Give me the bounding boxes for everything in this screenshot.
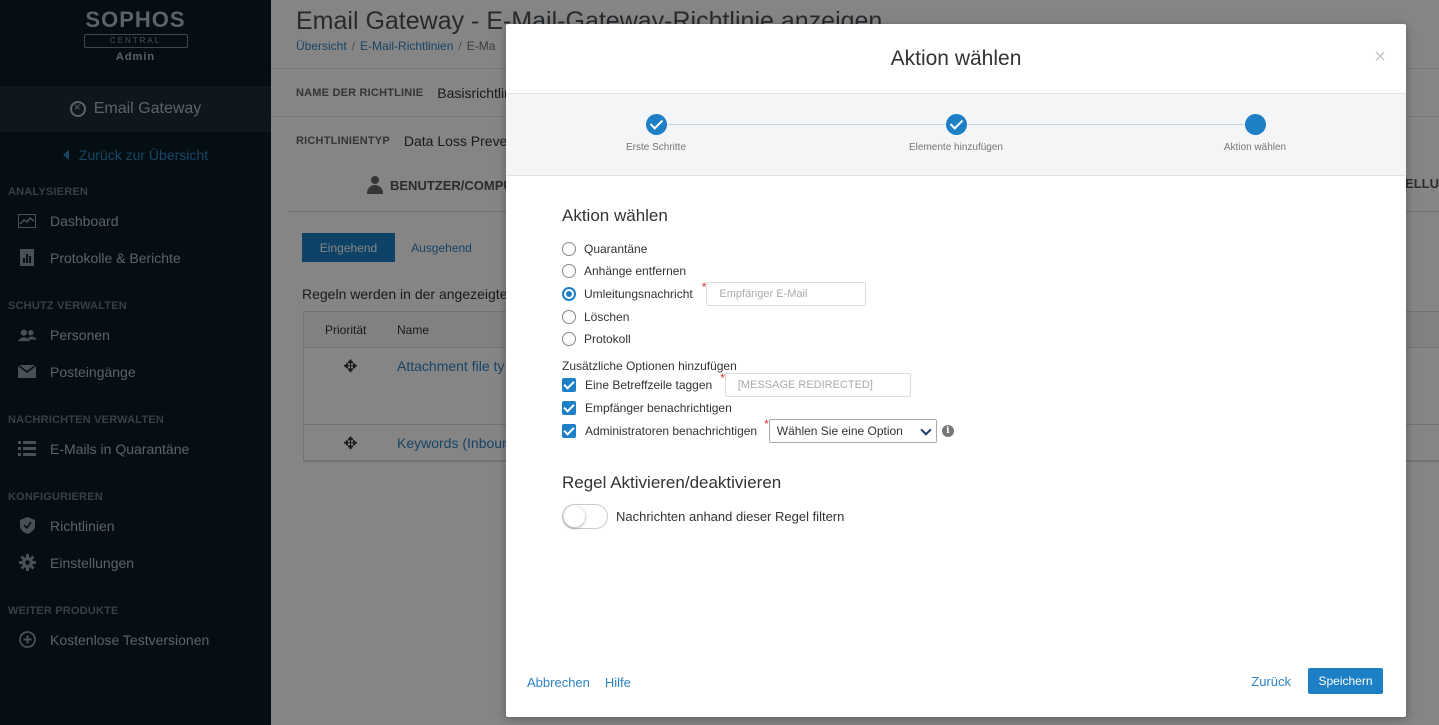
dialog-title: Aktion wählen — [890, 46, 1022, 70]
save-button[interactable]: Speichern — [1308, 668, 1383, 694]
admin-option-select[interactable]: Wählen Sie eine Option — [768, 419, 937, 443]
cancel-button[interactable]: Abbrechen — [527, 675, 590, 690]
rule-toggle-title: Regel Aktivieren/deaktivieren — [562, 473, 782, 492]
radio-quarantine[interactable]: Quarantäne — [562, 238, 1366, 260]
option-label: Eine Betreffzeile taggen — [585, 378, 713, 392]
step-first-steps: Erste Schritte — [556, 114, 756, 153]
dialog-footer-left: Abbrechen Hilfe — [527, 675, 631, 690]
action-dialog: Aktion wählen × Erste Schritte Elemente … — [506, 24, 1406, 717]
checkbox-checked[interactable] — [562, 401, 576, 415]
radio-redirect[interactable]: Umleitungsnachricht * Empfänger E-Mail — [562, 281, 1366, 306]
radio-label: Anhänge entfernen — [584, 264, 687, 278]
step-label: Elemente hinzufügen — [909, 142, 1003, 153]
select-value: Wählen Sie eine Option — [776, 424, 903, 438]
radio-log[interactable]: Protokoll — [562, 328, 1366, 350]
chevron-down-icon — [920, 424, 932, 436]
radio-button-selected[interactable] — [562, 287, 576, 301]
checkbox-checked[interactable] — [562, 424, 576, 438]
toggle-label: Nachrichten anhand dieser Regel filtern — [616, 509, 845, 524]
radio-button[interactable] — [562, 310, 576, 324]
wizard-stepper: Erste Schritte Elemente hinzufügen Aktio… — [506, 94, 1406, 176]
subject-tag-input[interactable]: [MESSAGE REDIRECTED] — [724, 373, 911, 397]
rule-filter-toggle[interactable] — [562, 504, 608, 529]
step-label: Aktion wählen — [1223, 142, 1287, 153]
radio-button[interactable] — [562, 264, 576, 278]
radio-button[interactable] — [562, 242, 576, 256]
checkbox-checked[interactable] — [562, 378, 576, 392]
radio-label: Löschen — [584, 310, 630, 324]
action-section-title: Aktion wählen — [562, 206, 668, 225]
step-label: Erste Schritte — [625, 142, 687, 153]
option-tag-subject[interactable]: Eine Betreffzeile taggen * [MESSAGE REDI… — [562, 372, 1366, 397]
dialog-header: Aktion wählen × — [506, 24, 1406, 94]
dialog-body: Aktion wählen Quarantäne Anhänge entfern… — [562, 206, 1366, 529]
check-icon — [645, 114, 667, 135]
recipient-email-input[interactable]: Empfänger E-Mail — [706, 282, 867, 306]
radio-remove-attachments[interactable]: Anhänge entfernen — [562, 260, 1366, 282]
back-button[interactable]: Zurück — [1251, 674, 1291, 689]
close-icon[interactable]: × — [1374, 46, 1386, 69]
step-add-elements: Elemente hinzufügen — [856, 114, 1056, 153]
radio-label: Protokoll — [584, 332, 631, 346]
option-label: Administratoren benachrichtigen — [585, 424, 758, 438]
radio-label: Quarantäne — [584, 242, 648, 256]
option-notify-admin[interactable]: Administratoren benachrichtigen * Wählen… — [562, 418, 1366, 443]
radio-delete[interactable]: Löschen — [562, 306, 1366, 328]
check-icon — [945, 114, 967, 135]
dialog-footer-right: Zurück Speichern — [1251, 668, 1383, 694]
step-choose-action: Aktion wählen — [1155, 114, 1355, 153]
radio-label: Umleitungsnachricht — [584, 287, 693, 301]
info-icon[interactable]: i — [941, 425, 954, 437]
extra-options-title: Zusätzliche Optionen hinzufügen — [562, 359, 737, 373]
option-label: Empfänger benachrichtigen — [585, 401, 732, 415]
option-notify-recipient[interactable]: Empfänger benachrichtigen — [562, 397, 1366, 419]
current-step-dot — [1244, 114, 1266, 135]
help-link[interactable]: Hilfe — [605, 675, 631, 690]
rule-toggle-row: Nachrichten anhand dieser Regel filtern — [562, 504, 1366, 529]
radio-button[interactable] — [562, 332, 576, 346]
